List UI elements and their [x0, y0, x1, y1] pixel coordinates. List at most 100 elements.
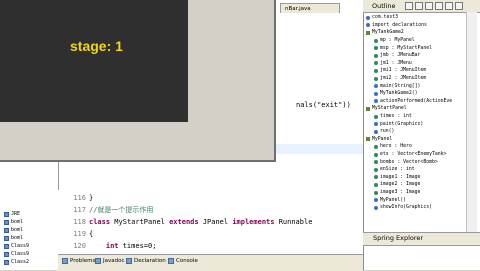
tab-problems[interactable]: Problems	[62, 256, 95, 266]
field-icon	[374, 38, 378, 43]
outline-item[interactable]: hero : Hero	[374, 143, 412, 151]
code-token: class	[89, 218, 115, 226]
outline-item[interactable]: mp : MyPanel	[374, 37, 415, 45]
problems-icon	[62, 258, 68, 264]
start-panel	[0, 0, 188, 122]
line-number: 119	[73, 230, 86, 238]
code-line[interactable]: 117//就是一个提示作用	[60, 204, 153, 216]
field-icon	[374, 46, 378, 51]
tree-item-label: Class9	[11, 251, 30, 257]
folder-icon	[4, 219, 9, 225]
outline-item-label: msp : MyStartPanel	[380, 45, 432, 51]
outline-item[interactable]: jmi2 : JMenuItem	[374, 75, 426, 83]
tab-label: Declaration	[134, 258, 166, 264]
outline-title[interactable]: Outline	[372, 1, 396, 11]
code-line[interactable]: 120 int times=0;	[60, 240, 156, 252]
package-icon	[366, 23, 370, 28]
tree-item[interactable]: Class9	[4, 242, 29, 250]
outline-item-label: main(String[])	[380, 83, 421, 89]
outline-item[interactable]: MyStartPanel	[366, 105, 407, 113]
code-token: extends	[169, 218, 203, 226]
outline-item-label: MyPanel	[372, 136, 393, 142]
outline-item[interactable]: jm1 : JMenu	[374, 60, 412, 68]
line-number: 117	[73, 206, 86, 214]
outline-item[interactable]: bombs : Vector<Bomb>	[374, 158, 438, 166]
tree-item[interactable]: boml	[4, 218, 23, 226]
field-icon	[374, 68, 378, 73]
editor-tab[interactable]: nBar.java	[280, 3, 340, 13]
field-icon	[374, 190, 378, 195]
code-line[interactable]: 116}	[60, 192, 93, 204]
outline-item[interactable]: paint(Graphics)	[374, 120, 423, 128]
outline-item-label: MyTankGame2()	[380, 91, 418, 97]
current-line-highlight	[276, 144, 363, 154]
field-icon	[374, 160, 378, 165]
package-icon	[366, 15, 370, 20]
method-icon	[374, 91, 378, 96]
sort-icon[interactable]	[405, 2, 413, 10]
field-icon	[374, 182, 378, 187]
tree-item-label: JRE	[11, 211, 21, 217]
outline-item[interactable]: actionPerformed(ActionEve	[374, 98, 452, 106]
outline-item[interactable]: image3 : Image	[374, 189, 420, 197]
field-icon	[374, 144, 378, 149]
tab-console[interactable]: Console	[168, 256, 198, 266]
outline-scrollbar[interactable]	[466, 12, 477, 232]
line-number: 118	[73, 218, 86, 226]
outline-item[interactable]: times : int	[374, 113, 412, 121]
tree-item[interactable]: boml	[4, 226, 23, 234]
outline-item[interactable]: image1 : Image	[374, 174, 420, 182]
tree-item[interactable]: boml	[4, 234, 23, 242]
outline-item[interactable]: msp : MyStartPanel	[374, 44, 432, 52]
code-area[interactable]: 116} 117//就是一个提示作用 118 class MyStartPanel e…	[58, 190, 363, 254]
outline-item[interactable]: jmi1 : JMenuItem	[374, 67, 426, 75]
tree-item-label: boml	[11, 235, 24, 241]
outline-item-label: enSize : int	[380, 167, 415, 173]
outline-item[interactable]: MyPanel()	[374, 196, 406, 204]
code-line[interactable]: 118 class MyStartPanel extends JPanel imp…	[60, 216, 312, 228]
outline-item[interactable]: main(String[])	[374, 82, 420, 90]
outline-item[interactable]: showInfo(Graphics)	[374, 204, 432, 212]
outline-item[interactable]: jmb : JMenuBar	[374, 52, 420, 60]
outline-item[interactable]: enSize : int	[374, 166, 415, 174]
outline-item[interactable]: run()	[374, 128, 394, 136]
outline-item-label: jmb : JMenuBar	[380, 53, 421, 59]
outline-item-label: times : int	[380, 114, 412, 120]
code-snippet[interactable]: nals("exit"))	[296, 101, 351, 109]
code-line[interactable]: 119{	[60, 228, 93, 240]
folder-icon	[4, 227, 9, 233]
outline-item-label: showInfo(Graphics)	[380, 205, 432, 211]
spring-explorer-title[interactable]: Spring Explorer	[373, 233, 423, 244]
outline-item-label: image2 : Image	[380, 182, 421, 188]
method-icon	[374, 129, 378, 134]
view-menu-icon[interactable]	[445, 2, 453, 10]
outline-item-label: MyPanel()	[380, 197, 406, 203]
outline-item[interactable]: com.test3	[366, 14, 398, 22]
tree-item[interactable]: Class9	[4, 250, 29, 258]
outline-item-label: run()	[380, 129, 395, 135]
folder-icon	[4, 243, 9, 249]
outline-item-label: image3 : Image	[380, 190, 421, 196]
tab-declaration[interactable]: Declaration	[126, 256, 166, 266]
outline-item[interactable]: image2 : Image	[374, 181, 420, 189]
hide-fields-icon[interactable]	[415, 2, 423, 10]
outline-item[interactable]: MyPanel	[366, 136, 392, 144]
outline-item[interactable]: ets : Vector<EnemyTank>	[374, 151, 446, 159]
code-token: implements	[232, 218, 279, 226]
hide-static-icon[interactable]	[425, 2, 433, 10]
outline-item[interactable]: import declarations	[366, 22, 427, 30]
outline-item[interactable]: MyTankGame2()	[374, 90, 418, 98]
stage-label: stage: 1	[70, 38, 123, 54]
code-token: int	[105, 242, 123, 250]
declaration-icon	[126, 258, 132, 264]
outline-item[interactable]: MyTankGame2	[366, 29, 404, 37]
field-icon	[374, 76, 378, 81]
hide-nonpublic-icon[interactable]	[435, 2, 443, 10]
minimize-icon[interactable]	[455, 2, 463, 10]
tree-item[interactable]: JRE	[4, 210, 20, 218]
tab-javadoc[interactable]: Javadoc	[95, 256, 125, 266]
outline-item-label: paint(Graphics)	[380, 121, 424, 127]
code-token: }	[89, 194, 94, 202]
tree-item[interactable]: Class2	[4, 258, 29, 266]
